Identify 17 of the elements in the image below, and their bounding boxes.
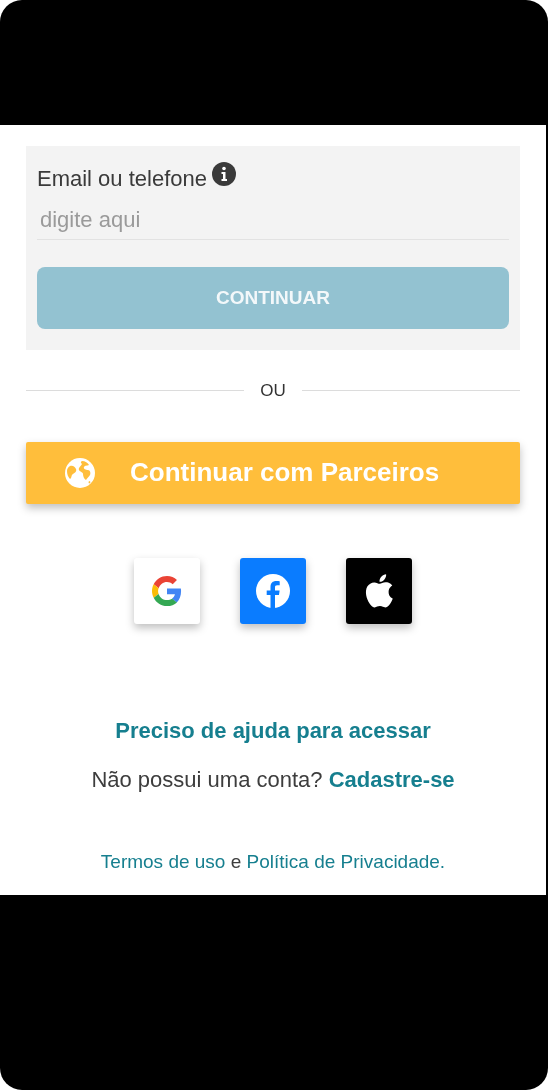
legal-text: Termos de uso e Política de Privacidade. bbox=[100, 849, 446, 874]
email-field[interactable]: digite aqui bbox=[37, 200, 509, 240]
privacy-link[interactable]: Política de Privacidade. bbox=[246, 850, 446, 872]
field-label: Email ou telefone bbox=[37, 165, 207, 193]
google-button[interactable] bbox=[134, 557, 200, 624]
signup-text: Não possui uma conta? Cadastre-se bbox=[91, 765, 455, 794]
info-icon bbox=[212, 162, 236, 186]
globe-icon bbox=[64, 456, 96, 489]
terms-link[interactable]: Termos de uso bbox=[100, 850, 226, 872]
help-link[interactable]: Preciso de ajuda para acessar bbox=[115, 713, 431, 747]
divider-label: OU bbox=[260, 380, 286, 402]
facebook-icon bbox=[255, 572, 291, 609]
signup-link[interactable]: Cadastre-se bbox=[328, 766, 455, 792]
google-icon bbox=[152, 575, 182, 606]
apple-icon bbox=[364, 573, 394, 608]
apple-button[interactable] bbox=[346, 557, 412, 624]
facebook-button[interactable] bbox=[240, 557, 306, 624]
